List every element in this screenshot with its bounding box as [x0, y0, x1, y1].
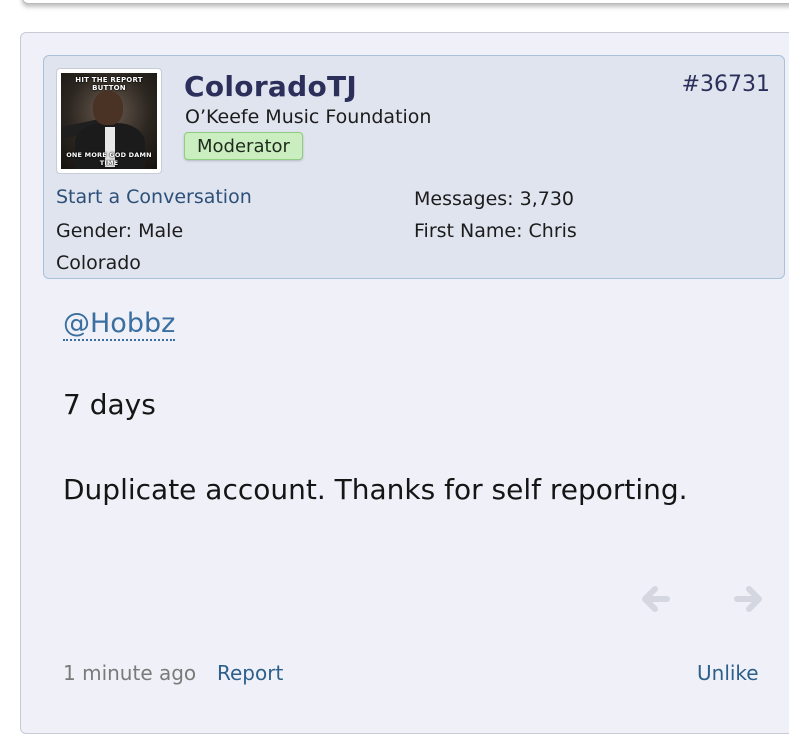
- start-conversation-link[interactable]: Start a Conversation: [56, 186, 252, 208]
- user-message-count: Messages: 3,730: [414, 188, 575, 210]
- unlike-link[interactable]: Unlike: [697, 661, 759, 685]
- user-first-name: First Name: Chris: [414, 220, 577, 242]
- avatar-figure-head: [93, 91, 123, 125]
- user-info-panel: HIT THE REPORT BUTTON ONE MORE GOD DAMN …: [43, 55, 785, 279]
- avatar-caption-bottom: ONE MORE GOD DAMN TIME: [66, 151, 152, 167]
- user-location: Colorado: [56, 252, 141, 274]
- post-timestamp[interactable]: 1 minute ago: [63, 661, 196, 685]
- arrow-left-icon-svg: [642, 586, 670, 612]
- role-badge: Moderator: [184, 132, 303, 160]
- user-title: O’Keefe Music Foundation: [185, 106, 432, 128]
- avatar-frame[interactable]: HIT THE REPORT BUTTON ONE MORE GOD DAMN …: [56, 68, 162, 174]
- post-body-line: 7 days: [63, 388, 156, 421]
- arrow-left-icon[interactable]: [639, 581, 673, 617]
- report-link[interactable]: Report: [217, 661, 283, 685]
- avatar[interactable]: HIT THE REPORT BUTTON ONE MORE GOD DAMN …: [61, 73, 157, 169]
- previous-post-card: [22, 0, 789, 4]
- post-body-line: Duplicate account. Thanks for self repor…: [63, 473, 688, 506]
- avatar-caption-top: HIT THE REPORT BUTTON: [75, 76, 143, 92]
- post-number-link[interactable]: #36731: [682, 72, 770, 97]
- arrow-right-icon[interactable]: [731, 581, 765, 617]
- username[interactable]: ColoradoTJ: [184, 70, 357, 103]
- mention-link[interactable]: @Hobbz: [63, 309, 176, 341]
- arrow-right-icon-svg: [734, 586, 762, 612]
- post-card: HIT THE REPORT BUTTON ONE MORE GOD DAMN …: [20, 32, 789, 734]
- user-gender: Gender: Male: [56, 220, 184, 242]
